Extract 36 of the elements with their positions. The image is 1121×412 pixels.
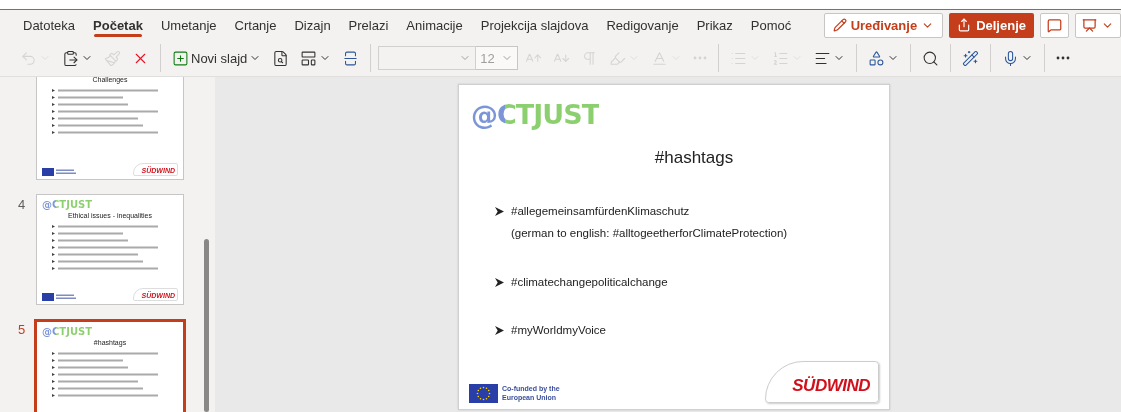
slide-title: #hashtags (653, 148, 735, 168)
bullet-text: #allegemeinsamfürdenKlimaschutz (511, 204, 691, 219)
arrow-bullet-icon (495, 326, 504, 336)
present-button[interactable] (1075, 12, 1121, 38)
ribbon-tab[interactable]: Umetanje (151, 10, 226, 40)
logo-text: @CTJUST (42, 199, 93, 210)
share-icon (957, 18, 972, 32)
funding-logo-drawing (42, 168, 78, 176)
arrow-bullet-icon (495, 277, 504, 287)
ribbon-tab[interactable]: Crtanje (225, 10, 286, 40)
logo-text: @CTJUST (42, 326, 93, 337)
share-button[interactable]: Deljenje (949, 12, 1034, 38)
bullet-text: #myWorldmyVoice (511, 323, 606, 338)
arrow-bullet-icon (495, 207, 504, 216)
ribbon-tab[interactable]: Prelazi (339, 10, 398, 40)
comments-button[interactable] (1040, 12, 1069, 38)
slide-number: 4 (18, 196, 27, 212)
bullet-text: (german to english: #alltogeetherforClimateProtection) (511, 226, 788, 241)
slide-number: 5 (18, 321, 27, 337)
ribbon-tab[interactable]: Početak (84, 10, 152, 40)
scrollbar-thumb[interactable] (204, 239, 209, 412)
flag-icon (469, 384, 498, 403)
new-slide-button[interactable]: Novi slajd (168, 44, 266, 72)
ribbon-tab[interactable]: Redigovanje (597, 10, 688, 40)
funding-logo-drawing (42, 293, 78, 301)
ribbon-tab[interactable]: Projekcija slajdova (471, 10, 598, 40)
presentation-icon (1082, 17, 1097, 33)
ribbon-tab[interactable]: Pomoć (741, 10, 801, 40)
pencil-icon (832, 18, 847, 32)
ribbon-tab[interactable]: Prikaz (687, 10, 742, 40)
ribbon-tab[interactable]: Animacije (397, 10, 472, 40)
editing-mode-button[interactable]: Uređivanje (823, 12, 944, 38)
bullet-text: #climatechangepoliticalchange (511, 274, 668, 290)
ribbon-tab[interactable]: Datoteka (14, 10, 85, 40)
ribbon-tab[interactable]: Dizajn (285, 10, 340, 40)
comment-icon (1047, 17, 1062, 33)
